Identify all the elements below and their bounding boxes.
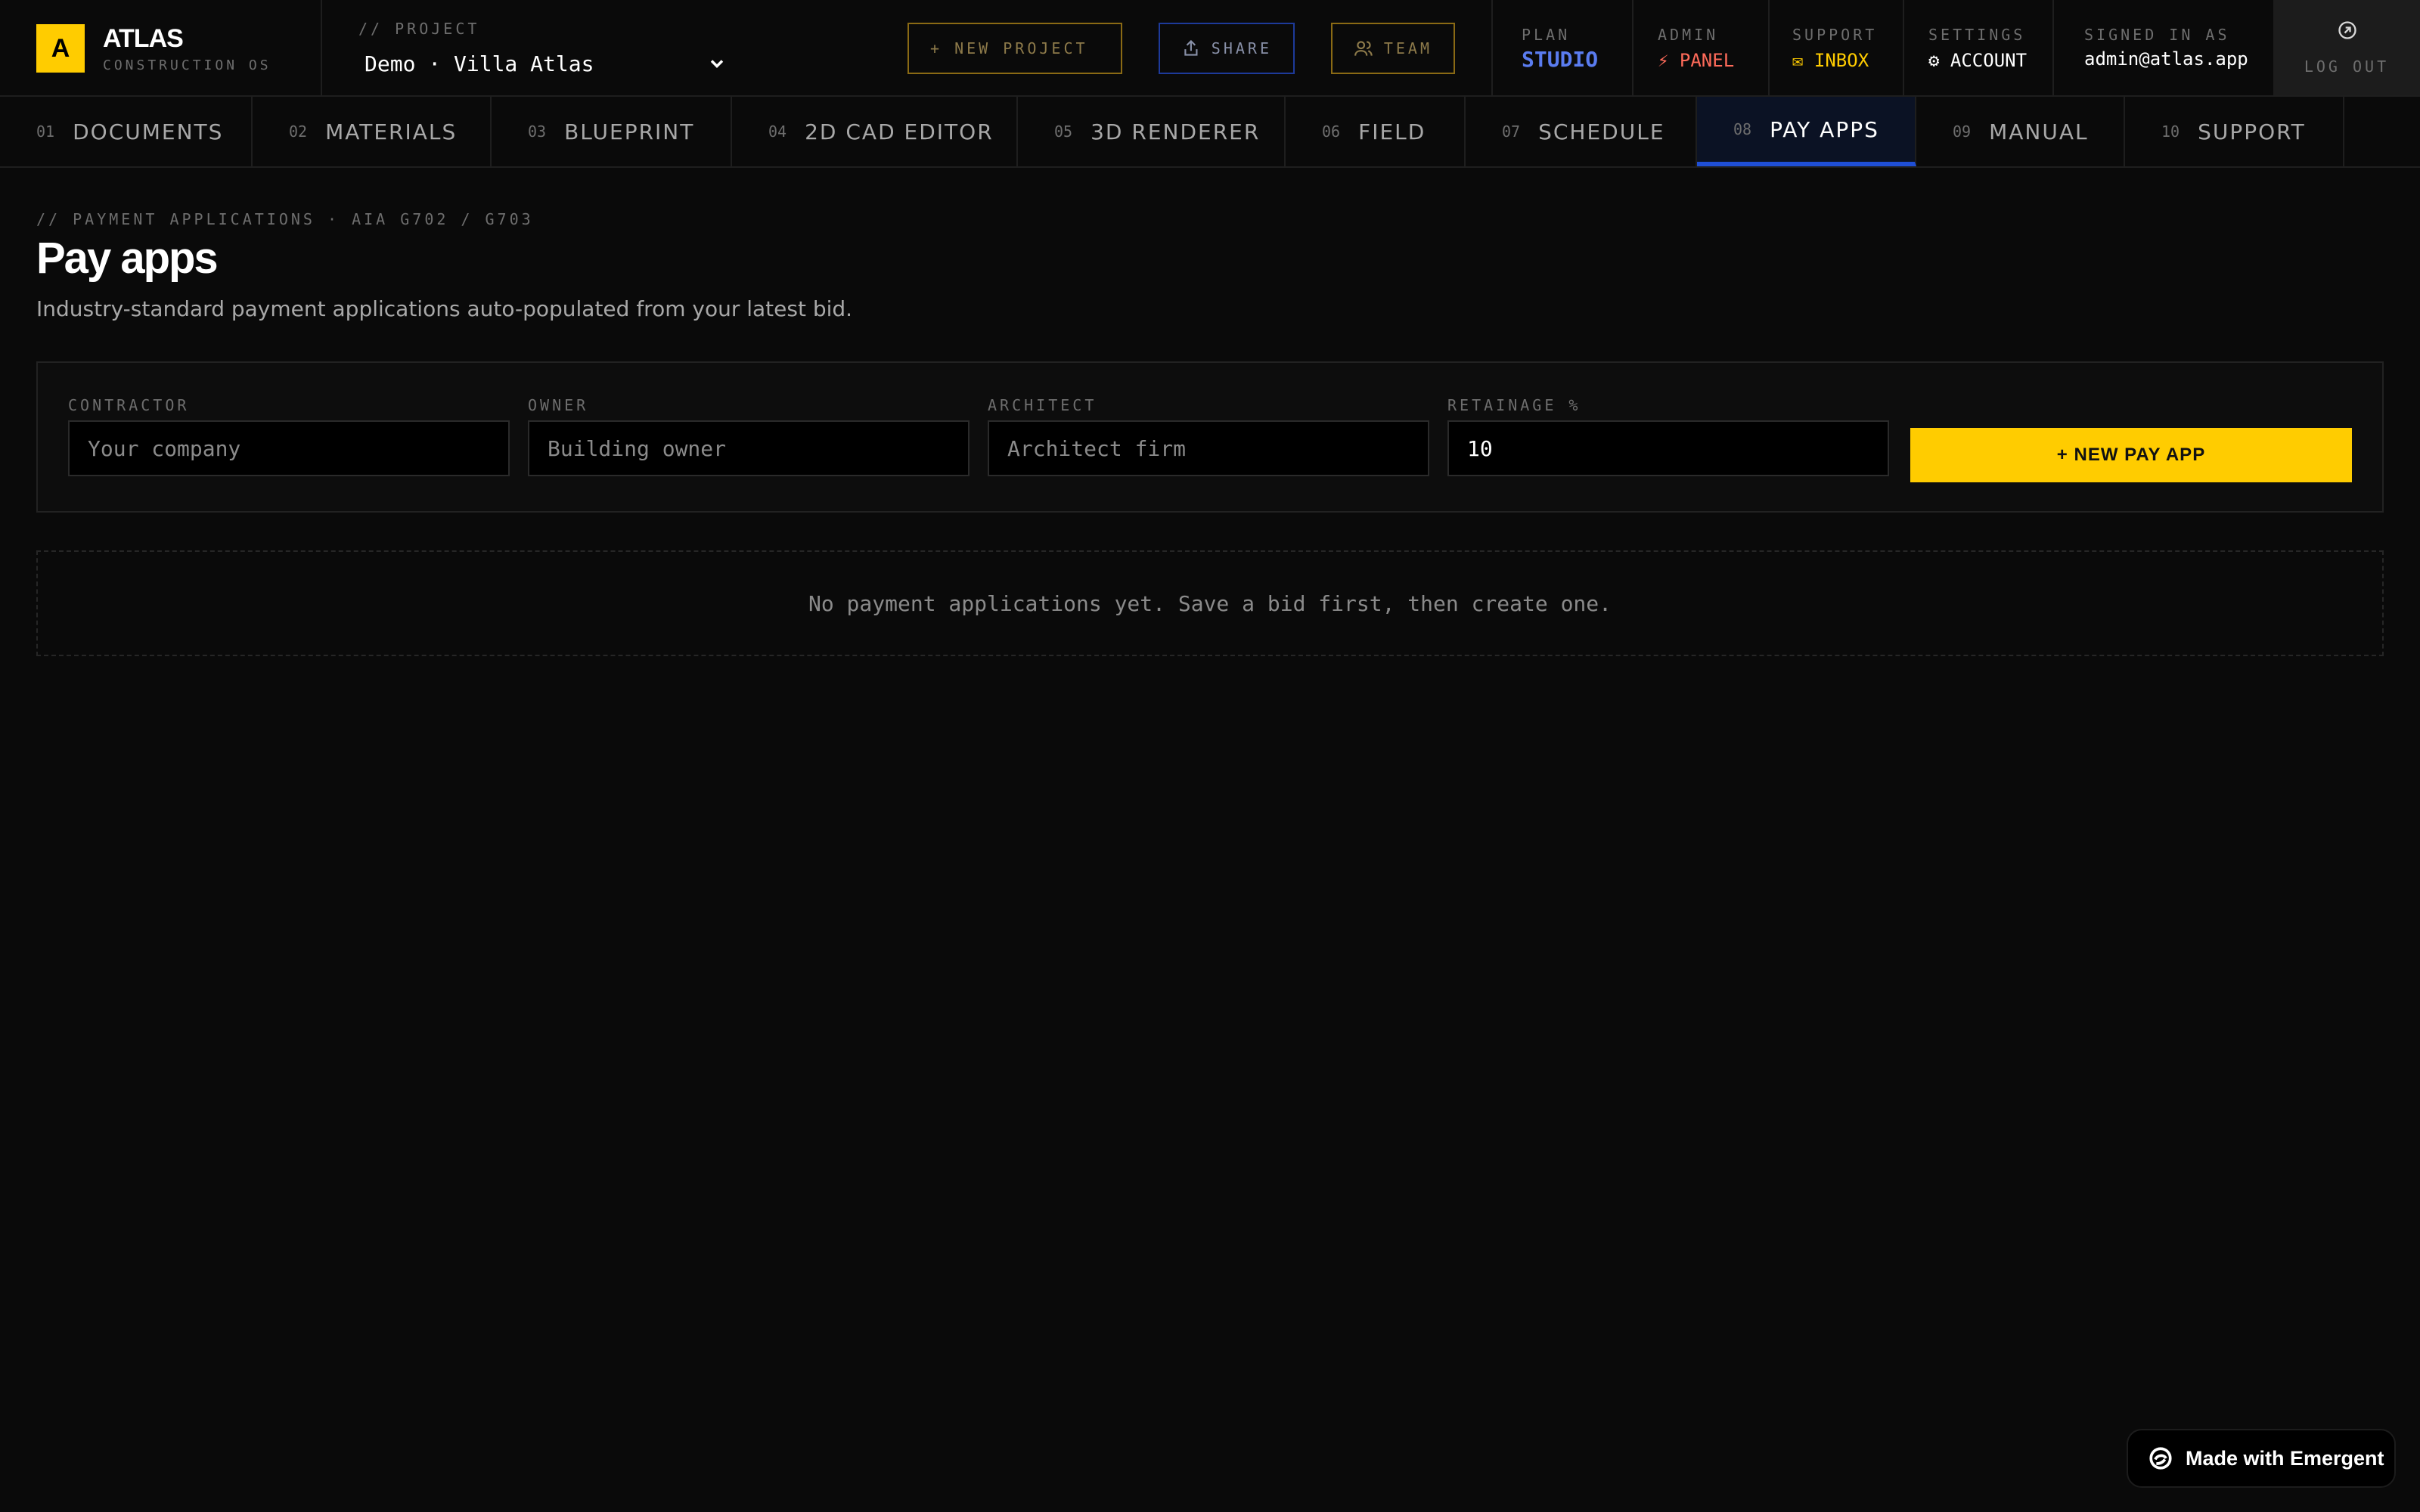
tab-number: 05 (1054, 122, 1073, 141)
team-label: TEAM (1383, 39, 1432, 57)
tab-label: MATERIALS (325, 119, 458, 144)
tab-label: DOCUMENTS (73, 119, 224, 144)
tab-number: 01 (36, 122, 55, 141)
divider (1903, 0, 1904, 95)
brand-logo: A (36, 24, 85, 73)
project-select-value: Demo · Villa Atlas (365, 51, 594, 76)
settings-value: ⚙ ACCOUNT (1928, 50, 2028, 71)
plan-value: STUDIO (1522, 47, 1599, 72)
tab-label: BLUEPRINT (564, 119, 695, 144)
divider (321, 0, 322, 95)
tab-number: 09 (1953, 122, 1972, 141)
new-project-button[interactable]: + NEW PROJECT (908, 23, 1122, 74)
logout-label: LOG OUT (2304, 57, 2390, 76)
empty-state-message: No payment applications yet. Save a bid … (808, 590, 1612, 616)
tab-materials[interactable]: 02 MATERIALS (253, 97, 492, 166)
tab-manual[interactable]: 09 MANUAL (1916, 97, 2125, 166)
architect-label: ARCHITECT (988, 396, 1097, 414)
contractor-field-group: CONTRACTOR (68, 396, 510, 476)
divider (1491, 0, 1493, 95)
owner-input[interactable] (528, 420, 970, 476)
share-icon (1184, 39, 1198, 56)
plan-label: PLAN (1522, 26, 1571, 44)
divider (1632, 0, 1634, 95)
share-button[interactable]: SHARE (1159, 23, 1295, 74)
chevron-down-icon (710, 60, 724, 68)
support-label: SUPPORT (1792, 26, 1878, 44)
architect-field-group: ARCHITECT (988, 396, 1429, 476)
project-select[interactable]: Demo · Villa Atlas (365, 48, 728, 79)
retainage-input[interactable] (1447, 420, 1889, 476)
contractor-label: CONTRACTOR (68, 396, 190, 414)
owner-label: OWNER (528, 396, 589, 414)
tab-pay-apps[interactable]: 08 PAY APPS (1697, 97, 1916, 166)
tab-number: 03 (528, 122, 547, 141)
badge-label: Made with Emergent (2186, 1446, 2384, 1470)
architect-input[interactable] (988, 420, 1429, 476)
tab-documents[interactable]: 01 DOCUMENTS (0, 97, 253, 166)
project-picker: // PROJECT Demo · Villa Atlas (358, 20, 724, 76)
tab-label: SUPPORT (2198, 119, 2306, 144)
share-label: SHARE (1211, 39, 1272, 57)
signed-in-label: SIGNED IN AS (2084, 26, 2230, 44)
module-tabs: 01 DOCUMENTS 02 MATERIALS 03 BLUEPRINT 0… (0, 97, 2420, 168)
tab-schedule[interactable]: 07 SCHEDULE (1466, 97, 1697, 166)
retainage-field-group: RETAINAGE % (1447, 396, 1889, 476)
made-with-emergent-badge[interactable]: Made with Emergent (2127, 1429, 2396, 1488)
tab-label: 2D CAD EDITOR (805, 119, 994, 144)
settings-label: SETTINGS (1928, 26, 2026, 44)
admin-value: ⚡ PANEL (1658, 50, 1735, 71)
tab-number: 06 (1322, 122, 1341, 141)
support-value: ✉ INBOX (1792, 50, 1869, 71)
divider (1768, 0, 1770, 95)
tab-number: 10 (2161, 122, 2180, 141)
project-label: // PROJECT (358, 20, 480, 38)
page-subtitle: Industry-standard payment applications a… (36, 296, 853, 321)
tab-number: 08 (1733, 120, 1752, 138)
tab-label: FIELD (1358, 119, 1426, 144)
tab-number: 02 (289, 122, 308, 141)
logout-button[interactable]: LOG OUT (2273, 0, 2420, 95)
signed-in-email: admin@atlas.app (2084, 48, 2248, 70)
tab-label: 3D RENDERER (1091, 119, 1261, 144)
tab-number: 07 (1502, 122, 1521, 141)
team-button[interactable]: TEAM (1331, 23, 1455, 74)
logout-icon (2338, 21, 2356, 39)
admin-label: ADMIN (1658, 26, 1719, 44)
team-icon (1354, 41, 1373, 56)
page-title: Pay apps (36, 234, 219, 283)
tab-label: PAY APPS (1770, 116, 1879, 142)
empty-state: No payment applications yet. Save a bid … (36, 550, 2384, 656)
pay-app-form: CONTRACTOR OWNER ARCHITECT RETAINAGE % +… (36, 361, 2384, 513)
new-pay-app-button[interactable]: + NEW PAY APP (1910, 428, 2352, 482)
emergent-logo-icon (2149, 1447, 2172, 1470)
tab-field[interactable]: 06 FIELD (1286, 97, 1466, 166)
tab-number: 04 (768, 122, 787, 141)
tab-2d-cad-editor[interactable]: 04 2D CAD EDITOR (732, 97, 1018, 166)
tab-label: MANUAL (1989, 119, 2089, 144)
top-bar: A ATLAS CONSTRUCTION OS // PROJECT Demo … (0, 0, 2420, 97)
owner-field-group: OWNER (528, 396, 970, 476)
tab-label: SCHEDULE (1538, 119, 1665, 144)
contractor-input[interactable] (68, 420, 510, 476)
tab-support[interactable]: 10 SUPPORT (2125, 97, 2344, 166)
tab-blueprint[interactable]: 03 BLUEPRINT (492, 97, 732, 166)
new-project-label: + NEW PROJECT (930, 39, 1088, 57)
brand-name: ATLAS (103, 24, 184, 53)
breadcrumb: // PAYMENT APPLICATIONS · AIA G702 / G70… (36, 210, 534, 228)
divider (2052, 0, 2054, 95)
tab-3d-renderer[interactable]: 05 3D RENDERER (1018, 97, 1286, 166)
brand-subtitle: CONSTRUCTION OS (103, 57, 271, 73)
retainage-label: RETAINAGE % (1447, 396, 1581, 414)
